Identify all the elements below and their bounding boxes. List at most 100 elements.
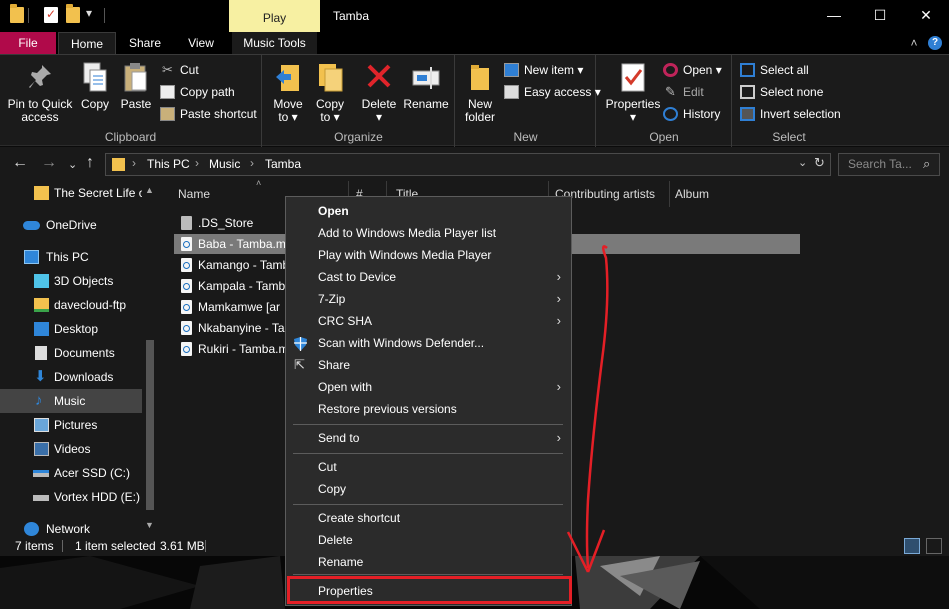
paste-shortcut-button[interactable]: Paste shortcut — [160, 104, 257, 124]
help-icon[interactable]: ? — [928, 36, 942, 50]
menu-item-play-with-wmp[interactable]: Play with Windows Media Player — [286, 244, 571, 266]
column-header-album[interactable]: Album — [675, 187, 709, 201]
nav-item-onedrive[interactable]: OneDrive — [0, 213, 142, 237]
recent-locations-chevron-icon[interactable]: ⌄ — [68, 157, 77, 173]
menu-item-open[interactable]: Open — [286, 200, 571, 222]
menu-item-label: Cast to Device — [318, 270, 397, 284]
large-icons-view-icon[interactable] — [926, 538, 942, 554]
copy-to-label: Copy to ▾ — [315, 97, 344, 124]
tab-file[interactable]: File — [0, 32, 56, 54]
new-folder-quick-access-icon[interactable] — [66, 4, 80, 23]
nav-item-the-secret-life[interactable]: The Secret Life o — [0, 181, 145, 205]
breadcrumb-music[interactable]: Music — [209, 157, 240, 171]
menu-item-delete[interactable]: Delete — [286, 529, 571, 551]
open-button[interactable]: Open ▾ — [663, 60, 722, 80]
menu-item-open-with[interactable]: Open with › — [286, 376, 571, 398]
menu-item-add-to-wmp-list[interactable]: Add to Windows Media Player list — [286, 222, 571, 244]
copy-path-button[interactable]: Copy path — [160, 82, 235, 102]
delete-button[interactable]: Delete ▾ — [359, 57, 399, 124]
invert-selection-button[interactable]: Invert selection — [740, 104, 841, 124]
new-item-label: New item ▾ — [524, 63, 584, 77]
breadcrumb-tamba[interactable]: Tamba — [265, 157, 301, 171]
nav-item-this-pc[interactable]: This PC — [0, 245, 142, 269]
nav-item-documents[interactable]: Documents — [0, 341, 142, 365]
nav-item-desktop[interactable]: Desktop — [0, 317, 142, 341]
scroll-down-arrow-icon[interactable]: ▼ — [145, 520, 154, 530]
scroll-up-arrow-icon[interactable]: ▲ — [145, 185, 154, 195]
paste-button[interactable]: Paste — [116, 57, 156, 111]
file-row-ds-store[interactable]: .DS_Store — [174, 213, 286, 233]
nav-item-network[interactable]: Network — [0, 517, 142, 536]
tab-home[interactable]: Home — [58, 32, 116, 54]
copy-to-button[interactable]: Copy to ▾ — [310, 57, 350, 124]
up-arrow-icon[interactable]: ↑ — [86, 155, 94, 171]
tab-view[interactable]: View — [176, 32, 226, 54]
file-name: Mamkamwe [ar — [198, 300, 281, 314]
menu-item-cast-to-device[interactable]: Cast to Device › — [286, 266, 571, 288]
history-button[interactable]: History — [663, 104, 720, 124]
ribbon: Pin to Quick access Copy Paste ✂ Cut Cop… — [0, 54, 949, 147]
new-group: New folder New item ▾ Easy access ▾ New — [456, 55, 601, 147]
nav-item-vortex-hdd[interactable]: Vortex HDD (E:) — [0, 485, 142, 509]
nav-item-pictures[interactable]: Pictures — [0, 413, 142, 437]
menu-item-rename[interactable]: Rename — [286, 551, 571, 573]
tab-music-tools[interactable]: Music Tools — [232, 32, 317, 54]
column-header-name[interactable]: Name — [178, 187, 210, 201]
file-row-nkabanyine[interactable]: Nkabanyine - Ta — [174, 318, 286, 338]
close-button[interactable]: ✕ — [903, 0, 949, 30]
move-to-button[interactable]: Move to ▾ — [268, 57, 308, 124]
status-item-count: 7 items — [15, 539, 54, 553]
properties-button[interactable]: Properties ▾ — [602, 57, 664, 124]
collapse-ribbon-icon[interactable]: ˄ — [905, 32, 923, 54]
address-bar[interactable]: › This PC › Music › Tamba ⌄ ↻ — [105, 153, 831, 176]
refresh-icon[interactable]: ↻ — [814, 155, 825, 171]
invert-selection-icon — [740, 107, 755, 121]
new-item-button[interactable]: New item ▾ — [504, 60, 583, 80]
back-arrow-icon[interactable]: ← — [12, 155, 28, 171]
folder-icon — [34, 186, 49, 200]
column-divider[interactable] — [669, 181, 670, 207]
maximize-button[interactable]: ☐ — [857, 0, 903, 30]
select-none-button[interactable]: Select none — [740, 82, 823, 102]
file-row-mamkamwe[interactable]: Mamkamwe [ar — [174, 297, 286, 317]
menu-item-send-to[interactable]: Send to › — [286, 427, 571, 449]
forward-arrow-icon[interactable]: → — [41, 155, 57, 171]
details-view-icon[interactable] — [904, 538, 920, 554]
menu-item-cut[interactable]: Cut — [286, 456, 571, 478]
address-dropdown-chevron-icon[interactable]: ⌄ — [798, 156, 807, 169]
file-row-baba[interactable]: Baba - Tamba.m — [174, 234, 286, 254]
menu-item-crc-sha[interactable]: CRC SHA › — [286, 310, 571, 332]
menu-item-scan-defender[interactable]: Scan with Windows Defender... — [286, 332, 571, 354]
properties-quick-access-icon[interactable]: ✓ — [44, 7, 58, 23]
file-row-kamango[interactable]: Kamango - Tamb — [174, 255, 286, 275]
copy-button[interactable]: Copy — [76, 57, 114, 111]
nav-item-acer-ssd[interactable]: Acer SSD (C:) — [0, 461, 142, 485]
quick-access-dropdown-icon[interactable]: ▾ — [86, 6, 92, 20]
cut-button[interactable]: ✂ Cut — [160, 60, 199, 80]
nav-item-davecloud-ftp[interactable]: davecloud-ftp — [0, 293, 142, 317]
videos-icon — [34, 442, 49, 456]
nav-item-downloads[interactable]: ⬇ Downloads — [0, 365, 142, 389]
menu-item-share[interactable]: ⇱ Share — [286, 354, 571, 376]
breadcrumb-this-pc[interactable]: This PC — [147, 157, 190, 171]
nav-item-videos[interactable]: Videos — [0, 437, 142, 461]
rename-button[interactable]: Rename — [403, 57, 449, 111]
new-folder-button[interactable]: New folder — [458, 57, 502, 124]
menu-item-create-shortcut[interactable]: Create shortcut — [286, 507, 571, 529]
edit-button[interactable]: ✎ Edit — [663, 82, 704, 102]
nav-item-3d-objects[interactable]: 3D Objects — [0, 269, 142, 293]
select-all-button[interactable]: Select all — [740, 60, 809, 80]
file-row-rukiri[interactable]: Rukiri - Tamba.m — [174, 339, 286, 359]
nav-item-music[interactable]: ♪ Music — [0, 389, 142, 413]
tab-share[interactable]: Share — [120, 32, 170, 54]
file-row-kampala[interactable]: Kampala - Tamb — [174, 276, 286, 296]
pin-to-quick-access-button[interactable]: Pin to Quick access — [3, 57, 77, 124]
nav-scrollbar-thumb[interactable] — [146, 340, 154, 510]
menu-item-copy[interactable]: Copy — [286, 478, 571, 500]
menu-item-7-zip[interactable]: 7-Zip › — [286, 288, 571, 310]
menu-item-restore-previous-versions[interactable]: Restore previous versions — [286, 398, 571, 420]
easy-access-button[interactable]: Easy access ▾ — [504, 82, 601, 102]
minimize-button[interactable]: — — [811, 0, 857, 30]
easy-access-icon — [504, 85, 519, 99]
window-title: Tamba — [333, 9, 370, 23]
